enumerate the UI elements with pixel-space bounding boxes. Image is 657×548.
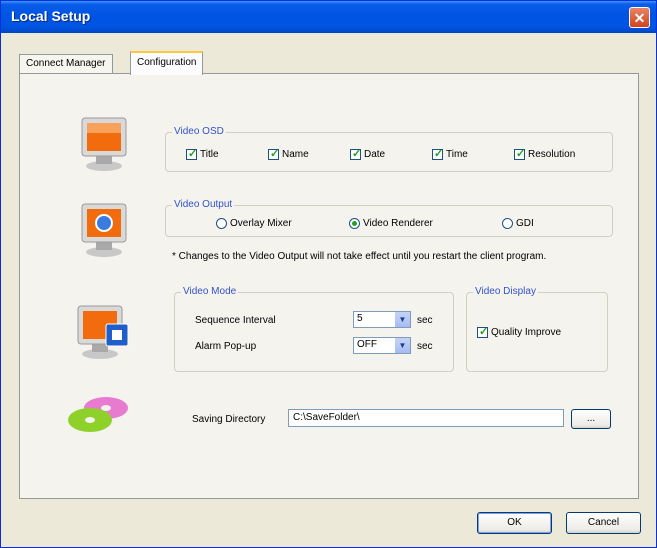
window-title: Local Setup	[11, 8, 91, 24]
alarm-popup-select[interactable]: OFF ▼	[353, 337, 411, 354]
check-mark-icon: ✓	[352, 148, 362, 160]
tab-connect-manager[interactable]: Connect Manager	[19, 54, 113, 73]
sequence-interval-value: 5	[357, 313, 363, 324]
radio-gdi-label: GDI	[516, 218, 534, 229]
radio-overlay-mixer[interactable]: Overlay Mixer	[216, 218, 292, 229]
radio-video-renderer-label: Video Renderer	[363, 218, 433, 229]
monitor-osd-icon	[81, 117, 127, 171]
radio-circle-selected[interactable]	[349, 218, 360, 229]
saving-directory-label: Saving Directory	[192, 414, 266, 425]
check-mark-icon: ✓	[188, 148, 198, 160]
osd-resolution-label: Resolution	[528, 149, 576, 160]
title-bar[interactable]: Local Setup ✕	[1, 1, 656, 33]
checkbox-box[interactable]: ✓	[268, 148, 280, 160]
configuration-panel: Video OSD ✓ Title ✓ Name ✓ Date ✓ Time ✓…	[19, 73, 639, 499]
osd-date-label: Date	[364, 149, 386, 160]
osd-resolution-checkbox[interactable]: ✓ Resolution	[514, 148, 576, 160]
radio-video-renderer[interactable]: Video Renderer	[349, 218, 433, 229]
osd-title-checkbox[interactable]: ✓ Title	[186, 148, 219, 160]
checkbox-box[interactable]: ✓	[514, 148, 526, 160]
alarm-popup-label: Alarm Pop-up	[195, 341, 257, 352]
saving-directory-input[interactable]: C:\SaveFolder\	[288, 409, 564, 427]
osd-name-checkbox[interactable]: ✓ Name	[268, 148, 309, 160]
quality-improve-label: Quality Improve	[491, 327, 562, 338]
chevron-down-icon[interactable]: ▼	[395, 338, 410, 353]
alarm-unit: sec	[417, 341, 433, 352]
local-setup-dialog: Local Setup ✕ Connect Manager Configurat…	[0, 0, 657, 548]
video-osd-title: Video OSD	[172, 126, 226, 137]
monitor-output-icon	[81, 203, 127, 257]
checkbox-box[interactable]: ✓	[186, 148, 198, 160]
check-mark-icon: ✓	[479, 326, 489, 338]
monitor-mode-icon	[77, 305, 129, 359]
video-output-note: * Changes to the Video Output will not t…	[172, 251, 547, 262]
sequence-interval-label: Sequence Interval	[195, 315, 276, 326]
radio-circle[interactable]	[502, 218, 513, 229]
saving-directory-value: C:\SaveFolder\	[293, 412, 360, 423]
checkbox-box[interactable]: ✓	[350, 148, 362, 160]
tab-configuration[interactable]: Configuration	[130, 51, 204, 75]
close-button[interactable]: ✕	[629, 7, 650, 28]
checkbox-box[interactable]: ✓	[432, 148, 444, 160]
checkbox-box[interactable]: ✓	[477, 326, 489, 338]
video-display-title: Video Display	[473, 286, 538, 297]
ok-button[interactable]: OK	[477, 512, 552, 534]
radio-gdi[interactable]: GDI	[502, 218, 534, 229]
check-mark-icon: ✓	[434, 148, 444, 160]
video-display-group: Video Display ✓ Quality Improve	[466, 286, 608, 372]
video-osd-group: Video OSD ✓ Title ✓ Name ✓ Date ✓ Time ✓…	[165, 126, 613, 172]
osd-date-checkbox[interactable]: ✓ Date	[350, 148, 386, 160]
close-icon: ✕	[633, 10, 646, 26]
video-mode-title: Video Mode	[181, 286, 239, 297]
cd-discs-icon	[68, 397, 128, 432]
sequence-interval-select[interactable]: 5 ▼	[353, 311, 411, 328]
osd-time-label: Time	[446, 149, 468, 160]
osd-name-label: Name	[282, 149, 309, 160]
quality-improve-checkbox[interactable]: ✓ Quality Improve	[477, 326, 562, 338]
video-mode-group: Video Mode Sequence Interval 5 ▼ sec Ala…	[174, 286, 454, 372]
radio-circle[interactable]	[216, 218, 227, 229]
osd-title-label: Title	[200, 149, 219, 160]
check-mark-icon: ✓	[270, 148, 280, 160]
chevron-down-icon[interactable]: ▼	[395, 312, 410, 327]
video-output-group: Video Output Overlay Mixer Video Rendere…	[165, 199, 613, 237]
osd-time-checkbox[interactable]: ✓ Time	[432, 148, 468, 160]
check-mark-icon: ✓	[516, 148, 526, 160]
alarm-popup-value: OFF	[357, 339, 377, 350]
cancel-button[interactable]: Cancel	[566, 512, 641, 534]
video-output-title: Video Output	[172, 199, 235, 210]
radio-overlay-mixer-label: Overlay Mixer	[230, 218, 292, 229]
browse-button[interactable]: ...	[571, 409, 611, 429]
sequence-unit: sec	[417, 315, 433, 326]
